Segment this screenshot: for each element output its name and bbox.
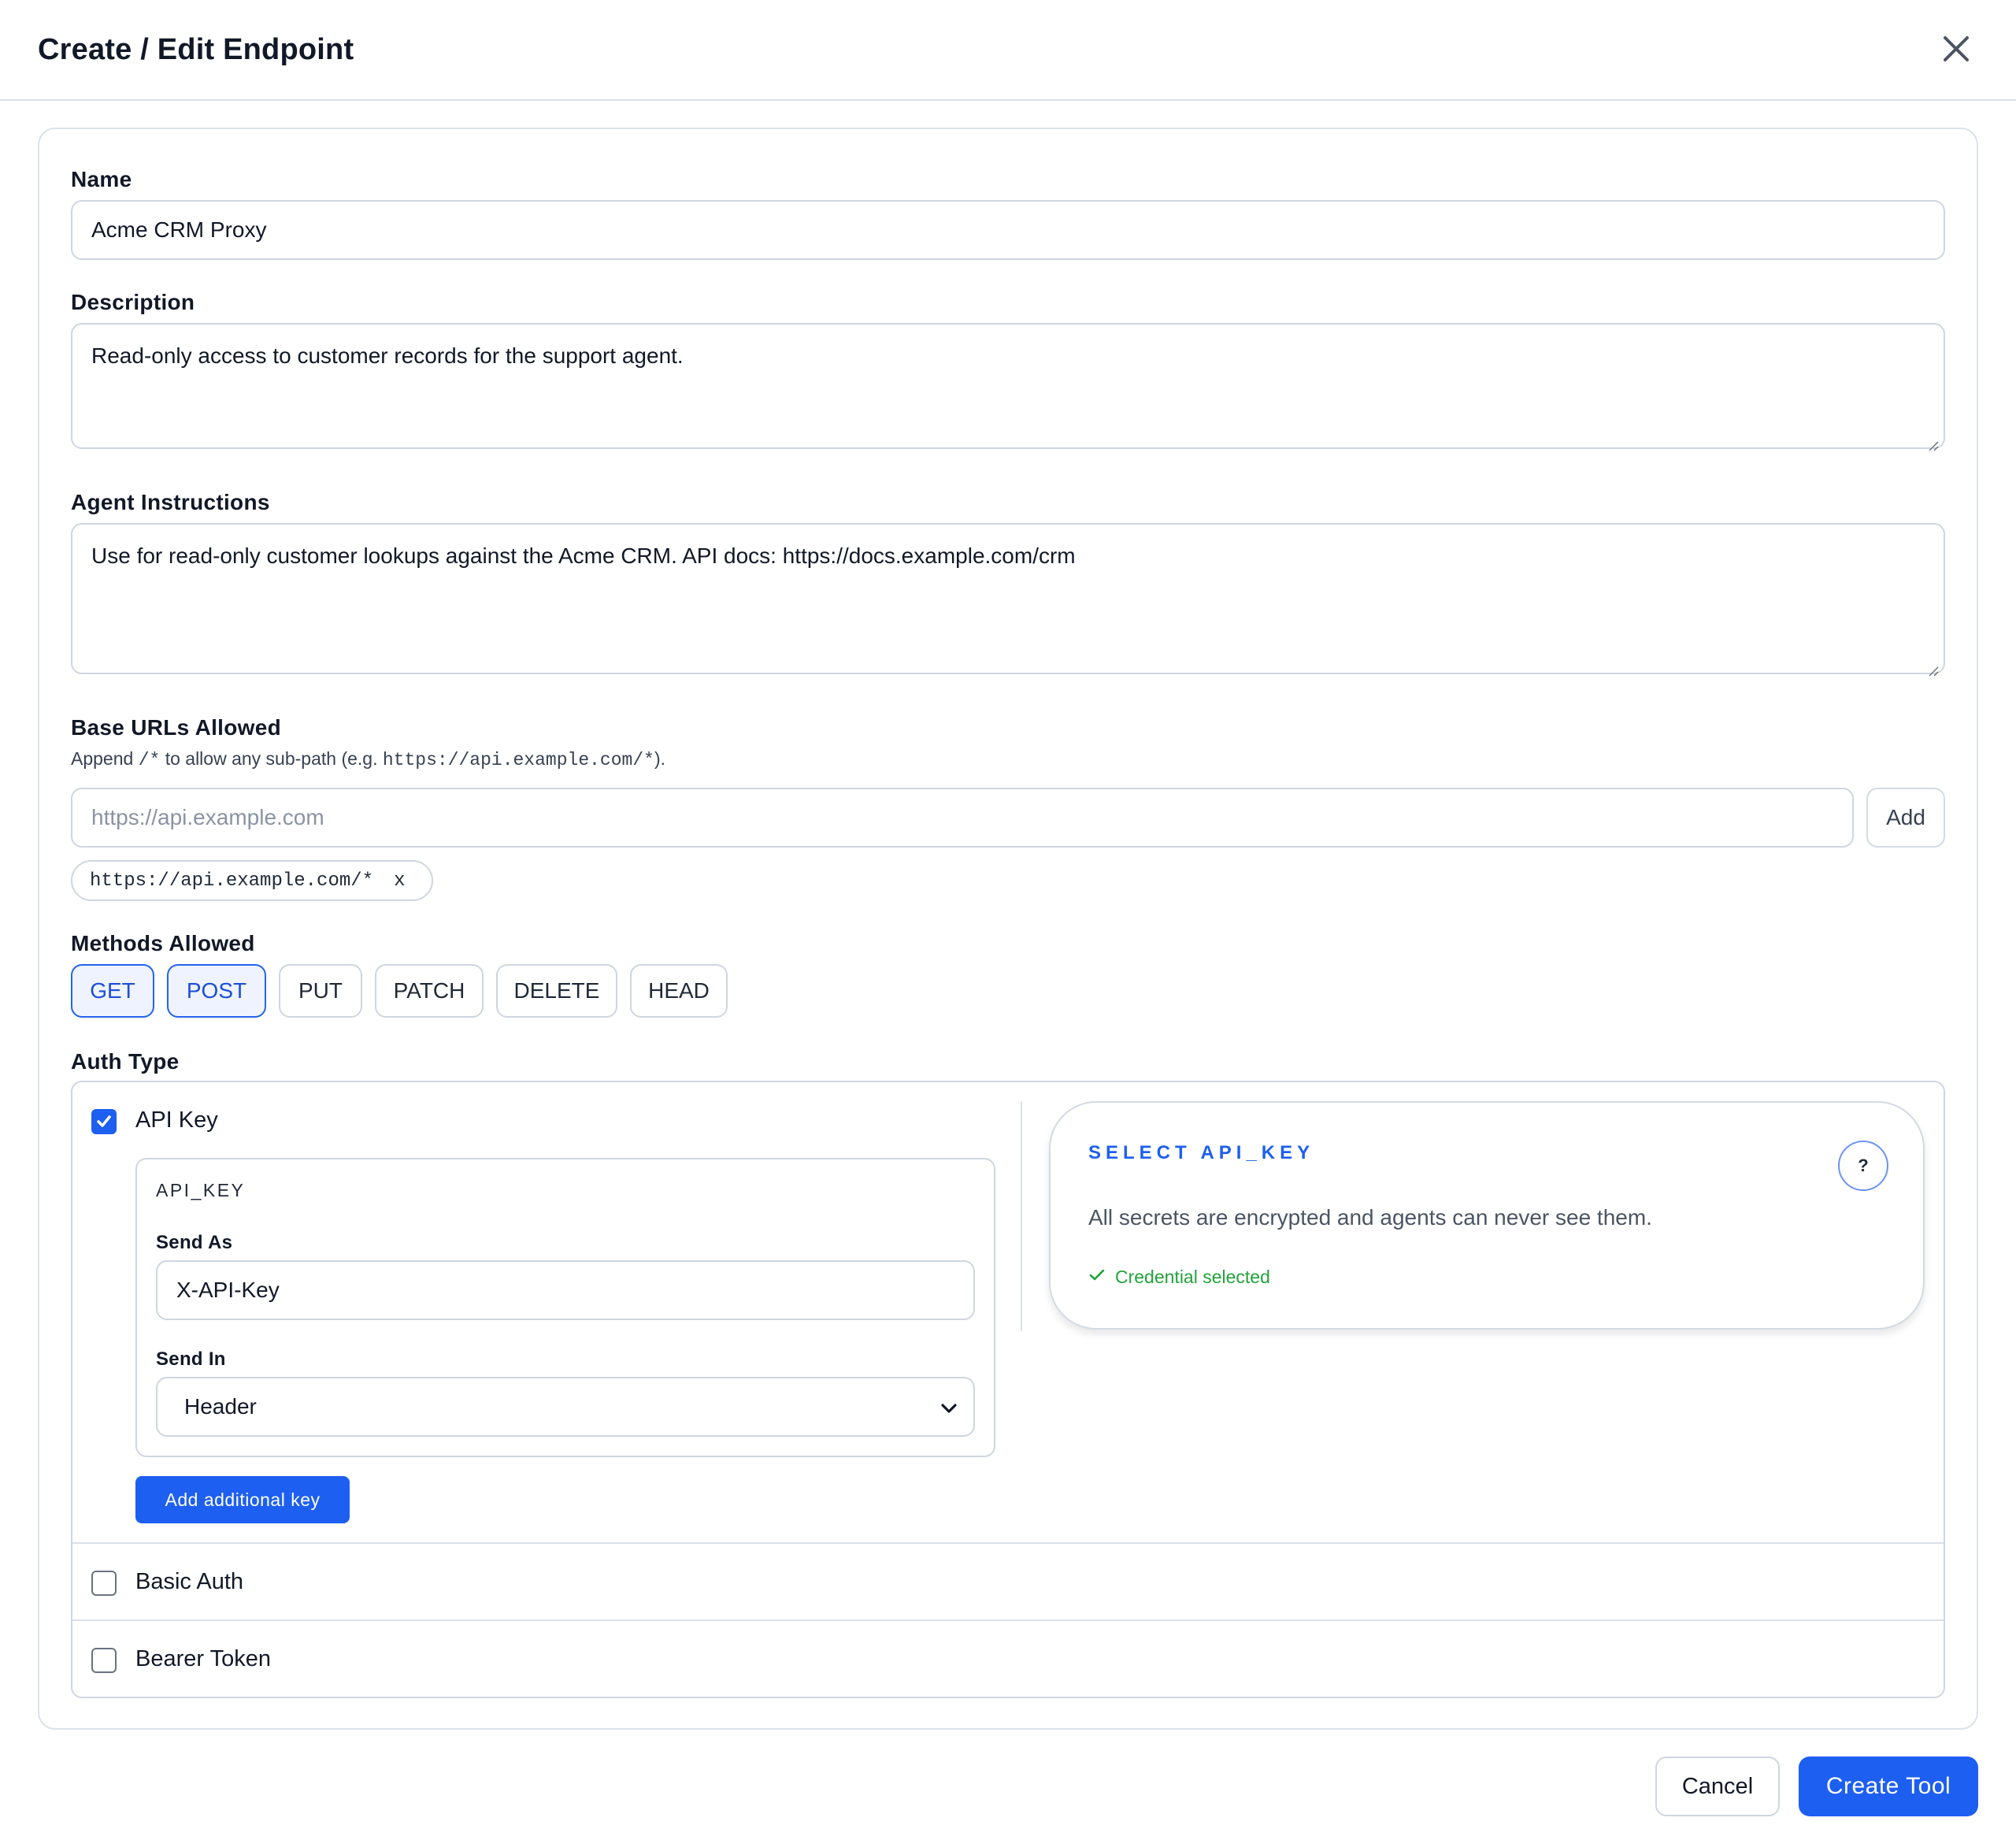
base-urls-label: Base URLs Allowed [71,715,282,740]
name-label: Name [71,167,132,191]
base-url-placeholder: https://api.example.com [91,805,324,829]
method-delete-button[interactable]: DELETE [496,964,617,1018]
basic-auth-checkbox[interactable] [91,1571,117,1596]
hint-text: ). [654,748,665,769]
agent-instructions-label: Agent Instructions [71,490,270,514]
secret-description: All secrets are encrypted and agents can… [1088,1205,1652,1230]
bearer-token-checkbox[interactable] [91,1648,117,1673]
modal-title: Create / Edit Endpoint [38,32,354,66]
resize-handle-icon[interactable] [1926,655,1939,677]
hint-text: Append [71,748,139,769]
credential-status: Credential selected [1088,1267,1270,1288]
base-urls-hint: Append /* to allow any sub-path (e.g. ht… [71,748,665,770]
api-key-title: API_KEY [156,1180,246,1200]
method-patch-button[interactable]: PATCH [375,964,484,1018]
api-key-checkbox[interactable] [91,1109,117,1134]
method-get-button[interactable]: GET [71,964,154,1018]
check-icon [97,1115,111,1127]
send-in-value: Header [184,1394,257,1419]
send-as-value: X-API-Key [176,1278,280,1302]
hint-code: /* [138,750,161,770]
auth-column-divider [1021,1101,1022,1331]
auth-type-label: Auth Type [71,1049,180,1074]
url-tag: https://api.example.com/* x [71,860,433,901]
bearer-token-label: Bearer Token [135,1646,271,1671]
check-icon [1088,1268,1106,1286]
agent-instructions-textarea[interactable]: Use for read-only customer lookups again… [71,523,1945,677]
secret-title: SELECT API_KEY [1088,1142,1315,1163]
endpoint-modal: Create / Edit Endpoint Name Acme CRM Pro… [0,0,2016,1840]
send-as-label: Send As [156,1232,233,1253]
auth-options-box: API Key API_KEY Send As X-API-Key Send I… [71,1081,1945,1698]
add-url-button[interactable]: Add [1866,788,1945,848]
method-post-button[interactable]: POST [167,964,266,1018]
send-in-label: Send In [156,1348,226,1370]
methods-label: Methods Allowed [71,931,255,955]
auth-row-divider [72,1542,1944,1544]
close-button[interactable] [1934,28,1978,72]
cancel-button[interactable]: Cancel [1655,1757,1780,1816]
credential-status-text: Credential selected [1115,1267,1270,1287]
name-input-value: Acme CRM Proxy [91,217,267,242]
secret-select-card[interactable]: SELECT API_KEY ? All secrets are encrypt… [1049,1101,1925,1330]
hint-code: https://api.example.com/* [382,750,654,770]
help-icon-button[interactable]: ? [1838,1141,1888,1191]
base-url-input[interactable]: https://api.example.com [71,788,1854,848]
modal-header: Create / Edit Endpoint [0,0,2016,101]
api-key-label: API Key [135,1107,218,1133]
url-tag-remove-button[interactable]: x [394,870,405,892]
close-icon [1942,35,1970,65]
auth-row-divider [72,1619,1944,1621]
resize-handle-icon[interactable] [1926,430,1939,451]
agent-instructions-value: Use for read-only customer lookups again… [91,543,1076,568]
method-put-button[interactable]: PUT [279,964,362,1018]
create-tool-button[interactable]: Create Tool [1799,1757,1978,1816]
basic-auth-label: Basic Auth [135,1569,244,1594]
send-in-select[interactable]: Header [156,1377,975,1437]
chevron-down-icon [940,1394,958,1419]
name-input[interactable]: Acme CRM Proxy [71,200,1945,260]
hint-text: to allow any sub-path (e.g. [160,748,383,769]
url-tag-value: https://api.example.com/* [90,870,374,892]
send-as-input[interactable]: X-API-Key [156,1260,975,1320]
help-icon: ? [1858,1156,1869,1175]
description-textarea[interactable]: Read-only access to customer records for… [71,323,1945,451]
api-key-card: API_KEY Send As X-API-Key Send In Header [135,1158,995,1457]
description-label: Description [71,290,195,314]
description-value: Read-only access to customer records for… [91,343,684,368]
method-head-button[interactable]: HEAD [630,964,728,1018]
form-card: Name Acme CRM Proxy Description Read-onl… [38,128,1978,1730]
add-additional-key-button[interactable]: Add additional key [135,1476,350,1523]
